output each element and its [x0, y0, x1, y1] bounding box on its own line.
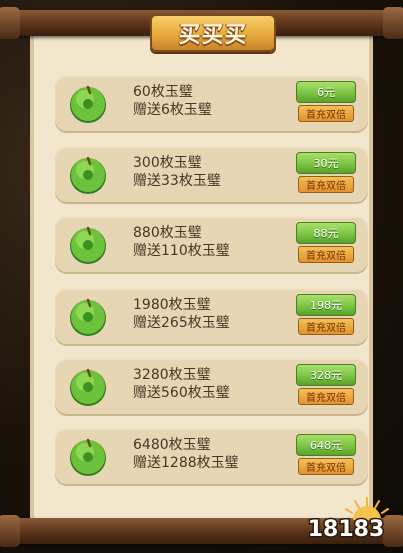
first-recharge-double-badge: 首充双倍 — [298, 176, 354, 193]
price-button[interactable]: 328元 — [296, 364, 356, 386]
offer-bonus: 赠送560枚玉璧 — [133, 385, 230, 401]
offer-amount: 1980枚玉璧 — [133, 297, 211, 313]
jade-bi-icon — [70, 85, 106, 123]
offer-bonus: 赠送33枚玉璧 — [133, 173, 221, 189]
offer-card: 3280枚玉璧 赠送560枚玉璧 328元 首充双倍 — [55, 358, 368, 414]
jade-bi-icon — [70, 298, 106, 336]
offer-bonus: 赠送265枚玉璧 — [133, 315, 230, 331]
page-title: 买买买 — [178, 23, 248, 48]
price-button[interactable]: 88元 — [296, 222, 356, 244]
offer-bonus: 赠送1288枚玉璧 — [133, 455, 239, 471]
title-plate: 买买买 — [150, 14, 276, 52]
price-button[interactable]: 6元 — [296, 81, 356, 103]
offer-card: 1980枚玉璧 赠送265枚玉璧 198元 首充双倍 — [55, 288, 368, 344]
jade-bi-icon — [70, 368, 106, 406]
price-button[interactable]: 198元 — [296, 294, 356, 316]
offer-bonus: 赠送6枚玉璧 — [133, 102, 212, 118]
price-button[interactable]: 648元 — [296, 434, 356, 456]
jade-bi-icon — [70, 156, 106, 194]
offer-amount: 3280枚玉璧 — [133, 367, 211, 383]
offer-amount: 880枚玉璧 — [133, 225, 202, 241]
jade-bi-icon — [70, 438, 106, 476]
watermark-text: 18183 — [308, 517, 385, 542]
offer-amount: 300枚玉璧 — [133, 155, 202, 171]
first-recharge-double-badge: 首充双倍 — [298, 318, 354, 335]
price-button[interactable]: 30元 — [296, 152, 356, 174]
offer-card: 60枚玉璧 赠送6枚玉璧 6元 首充双倍 — [55, 75, 368, 131]
site-watermark-logo: 18183 — [306, 497, 389, 542]
offer-card: 300枚玉璧 赠送33枚玉璧 30元 首充双倍 — [55, 146, 368, 202]
first-recharge-double-badge: 首充双倍 — [298, 246, 354, 263]
offer-bonus: 赠送110枚玉璧 — [133, 243, 230, 259]
offer-card: 880枚玉璧 赠送110枚玉璧 88元 首充双倍 — [55, 216, 368, 272]
first-recharge-double-badge: 首充双倍 — [298, 105, 354, 122]
jade-bi-icon — [70, 226, 106, 264]
offer-amount: 6480枚玉璧 — [133, 437, 211, 453]
offer-amount: 60枚玉璧 — [133, 84, 193, 100]
first-recharge-double-badge: 首充双倍 — [298, 388, 354, 405]
first-recharge-double-badge: 首充双倍 — [298, 458, 354, 475]
offer-card: 6480枚玉璧 赠送1288枚玉璧 648元 首充双倍 — [55, 428, 368, 484]
